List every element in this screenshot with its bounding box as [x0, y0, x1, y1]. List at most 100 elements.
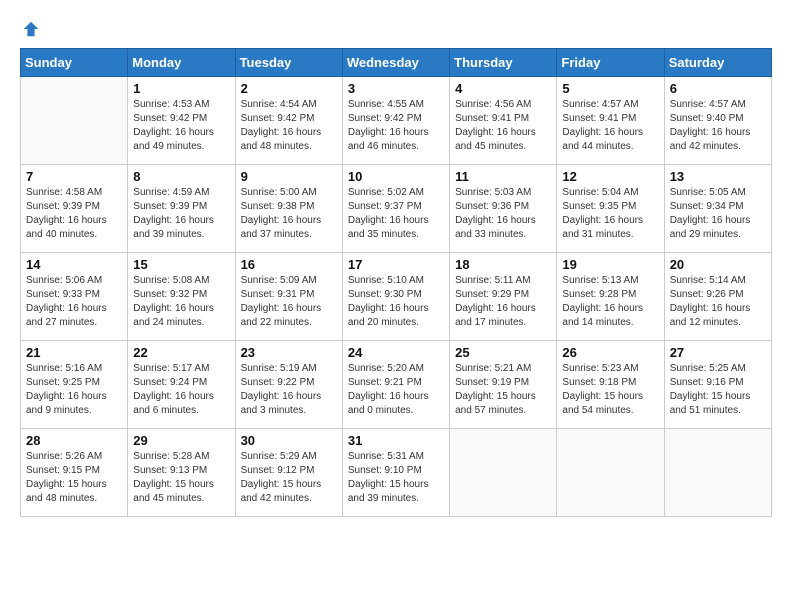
calendar-cell: 16 Sunrise: 5:09 AM Sunset: 9:31 PM Dayli… [235, 253, 342, 341]
calendar-cell: 9 Sunrise: 5:00 AM Sunset: 9:38 PM Daylig… [235, 165, 342, 253]
day-info: Sunrise: 4:56 AM Sunset: 9:41 PM Dayligh… [455, 98, 551, 154]
calendar-cell: 30 Sunrise: 5:29 AM Sunset: 9:12 PM Dayli… [235, 429, 342, 517]
calendar-cell: 7Sunrise: 4:58 AM Sunset: 9:39 PM Daylig… [21, 165, 128, 253]
calendar-cell: 21 Sunrise: 5:16 AM Sunset: 9:25 PM Dayli… [21, 341, 128, 429]
logo-icon [22, 20, 40, 38]
calendar-table: SundayMondayTuesdayWednesdayThursdayFrid… [20, 48, 772, 517]
day-info: Sunrise: 5:05 AM Sunset: 9:34 PM Dayligh… [670, 186, 766, 242]
calendar-cell: 4 Sunrise: 4:56 AM Sunset: 9:41 PM Daylig… [450, 77, 557, 165]
day-number: 3 [348, 81, 444, 96]
calendar-header-row: SundayMondayTuesdayWednesdayThursdayFrid… [21, 49, 772, 77]
day-number: 25 [455, 345, 551, 360]
calendar-cell: 31 Sunrise: 5:31 AM Sunset: 9:10 PM Dayli… [342, 429, 449, 517]
day-number: 5 [562, 81, 658, 96]
day-info: Sunrise: 5:29 AM Sunset: 9:12 PM Dayligh… [241, 450, 337, 506]
day-info: Sunrise: 5:28 AM Sunset: 9:13 PM Dayligh… [133, 450, 229, 506]
day-number: 26 [562, 345, 658, 360]
calendar-cell: 10Sunrise: 5:02 AM Sunset: 9:37 PM Dayli… [342, 165, 449, 253]
column-header-wednesday: Wednesday [342, 49, 449, 77]
calendar-cell: 13 Sunrise: 5:05 AM Sunset: 9:34 PM Dayli… [664, 165, 771, 253]
day-number: 21 [26, 345, 122, 360]
day-number: 19 [562, 257, 658, 272]
calendar-cell: 23Sunrise: 5:19 AM Sunset: 9:22 PM Dayli… [235, 341, 342, 429]
day-info: Sunrise: 4:59 AM Sunset: 9:39 PM Dayligh… [133, 186, 229, 242]
calendar-cell [450, 429, 557, 517]
day-number: 7 [26, 169, 122, 184]
day-number: 20 [670, 257, 766, 272]
calendar-cell [664, 429, 771, 517]
page-header [20, 20, 772, 38]
day-number: 17 [348, 257, 444, 272]
calendar-cell: 17 Sunrise: 5:10 AM Sunset: 9:30 PM Dayli… [342, 253, 449, 341]
day-info: Sunrise: 5:10 AM Sunset: 9:30 PM Dayligh… [348, 274, 444, 330]
day-info: Sunrise: 5:11 AM Sunset: 9:29 PM Dayligh… [455, 274, 551, 330]
calendar-cell: 18 Sunrise: 5:11 AM Sunset: 9:29 PM Dayli… [450, 253, 557, 341]
week-row-2: 7Sunrise: 4:58 AM Sunset: 9:39 PM Daylig… [21, 165, 772, 253]
calendar-cell: 22 Sunrise: 5:17 AM Sunset: 9:24 PM Dayli… [128, 341, 235, 429]
week-row-5: 28 Sunrise: 5:26 AM Sunset: 9:15 PM Dayli… [21, 429, 772, 517]
day-number: 24 [348, 345, 444, 360]
calendar-cell: 15 Sunrise: 5:08 AM Sunset: 9:32 PM Dayli… [128, 253, 235, 341]
day-number: 4 [455, 81, 551, 96]
calendar-cell: 11 Sunrise: 5:03 AM Sunset: 9:36 PM Dayli… [450, 165, 557, 253]
day-number: 8 [133, 169, 229, 184]
day-info: Sunrise: 5:06 AM Sunset: 9:33 PM Dayligh… [26, 274, 122, 330]
week-row-4: 21 Sunrise: 5:16 AM Sunset: 9:25 PM Dayli… [21, 341, 772, 429]
day-number: 22 [133, 345, 229, 360]
day-info: Sunrise: 5:17 AM Sunset: 9:24 PM Dayligh… [133, 362, 229, 418]
day-info: Sunrise: 5:21 AM Sunset: 9:19 PM Dayligh… [455, 362, 551, 418]
day-info: Sunrise: 5:03 AM Sunset: 9:36 PM Dayligh… [455, 186, 551, 242]
column-header-thursday: Thursday [450, 49, 557, 77]
column-header-sunday: Sunday [21, 49, 128, 77]
day-info: Sunrise: 5:20 AM Sunset: 9:21 PM Dayligh… [348, 362, 444, 418]
day-number: 28 [26, 433, 122, 448]
day-number: 1 [133, 81, 229, 96]
day-number: 12 [562, 169, 658, 184]
calendar-cell: 24 Sunrise: 5:20 AM Sunset: 9:21 PM Dayli… [342, 341, 449, 429]
day-info: Sunrise: 5:09 AM Sunset: 9:31 PM Dayligh… [241, 274, 337, 330]
column-header-saturday: Saturday [664, 49, 771, 77]
calendar-cell: 25 Sunrise: 5:21 AM Sunset: 9:19 PM Dayli… [450, 341, 557, 429]
day-number: 31 [348, 433, 444, 448]
day-info: Sunrise: 5:16 AM Sunset: 9:25 PM Dayligh… [26, 362, 122, 418]
day-info: Sunrise: 5:08 AM Sunset: 9:32 PM Dayligh… [133, 274, 229, 330]
calendar-cell: 6 Sunrise: 4:57 AM Sunset: 9:40 PM Daylig… [664, 77, 771, 165]
day-info: Sunrise: 4:57 AM Sunset: 9:41 PM Dayligh… [562, 98, 658, 154]
column-header-friday: Friday [557, 49, 664, 77]
calendar-cell [557, 429, 664, 517]
calendar-cell [21, 77, 128, 165]
calendar-cell: 19 Sunrise: 5:13 AM Sunset: 9:28 PM Dayli… [557, 253, 664, 341]
column-header-monday: Monday [128, 49, 235, 77]
day-number: 18 [455, 257, 551, 272]
day-info: Sunrise: 4:55 AM Sunset: 9:42 PM Dayligh… [348, 98, 444, 154]
day-number: 9 [241, 169, 337, 184]
calendar-cell: 14 Sunrise: 5:06 AM Sunset: 9:33 PM Dayli… [21, 253, 128, 341]
calendar-cell: 26Sunrise: 5:23 AM Sunset: 9:18 PM Dayli… [557, 341, 664, 429]
logo [20, 20, 40, 38]
day-info: Sunrise: 5:02 AM Sunset: 9:37 PM Dayligh… [348, 186, 444, 242]
calendar-cell: 8 Sunrise: 4:59 AM Sunset: 9:39 PM Daylig… [128, 165, 235, 253]
day-info: Sunrise: 5:31 AM Sunset: 9:10 PM Dayligh… [348, 450, 444, 506]
day-number: 11 [455, 169, 551, 184]
day-number: 15 [133, 257, 229, 272]
day-number: 23 [241, 345, 337, 360]
day-number: 13 [670, 169, 766, 184]
day-number: 6 [670, 81, 766, 96]
day-number: 30 [241, 433, 337, 448]
day-info: Sunrise: 5:25 AM Sunset: 9:16 PM Dayligh… [670, 362, 766, 418]
day-number: 14 [26, 257, 122, 272]
calendar-cell: 1Sunrise: 4:53 AM Sunset: 9:42 PM Daylig… [128, 77, 235, 165]
calendar-cell: 20 Sunrise: 5:14 AM Sunset: 9:26 PM Dayli… [664, 253, 771, 341]
day-info: Sunrise: 4:54 AM Sunset: 9:42 PM Dayligh… [241, 98, 337, 154]
day-info: Sunrise: 5:13 AM Sunset: 9:28 PM Dayligh… [562, 274, 658, 330]
day-info: Sunrise: 5:14 AM Sunset: 9:26 PM Dayligh… [670, 274, 766, 330]
day-info: Sunrise: 5:26 AM Sunset: 9:15 PM Dayligh… [26, 450, 122, 506]
calendar-cell: 12 Sunrise: 5:04 AM Sunset: 9:35 PM Dayli… [557, 165, 664, 253]
day-info: Sunrise: 4:57 AM Sunset: 9:40 PM Dayligh… [670, 98, 766, 154]
calendar-cell: 28 Sunrise: 5:26 AM Sunset: 9:15 PM Dayli… [21, 429, 128, 517]
day-number: 16 [241, 257, 337, 272]
day-info: Sunrise: 5:00 AM Sunset: 9:38 PM Dayligh… [241, 186, 337, 242]
calendar-cell: 3 Sunrise: 4:55 AM Sunset: 9:42 PM Daylig… [342, 77, 449, 165]
day-number: 27 [670, 345, 766, 360]
day-info: Sunrise: 5:04 AM Sunset: 9:35 PM Dayligh… [562, 186, 658, 242]
